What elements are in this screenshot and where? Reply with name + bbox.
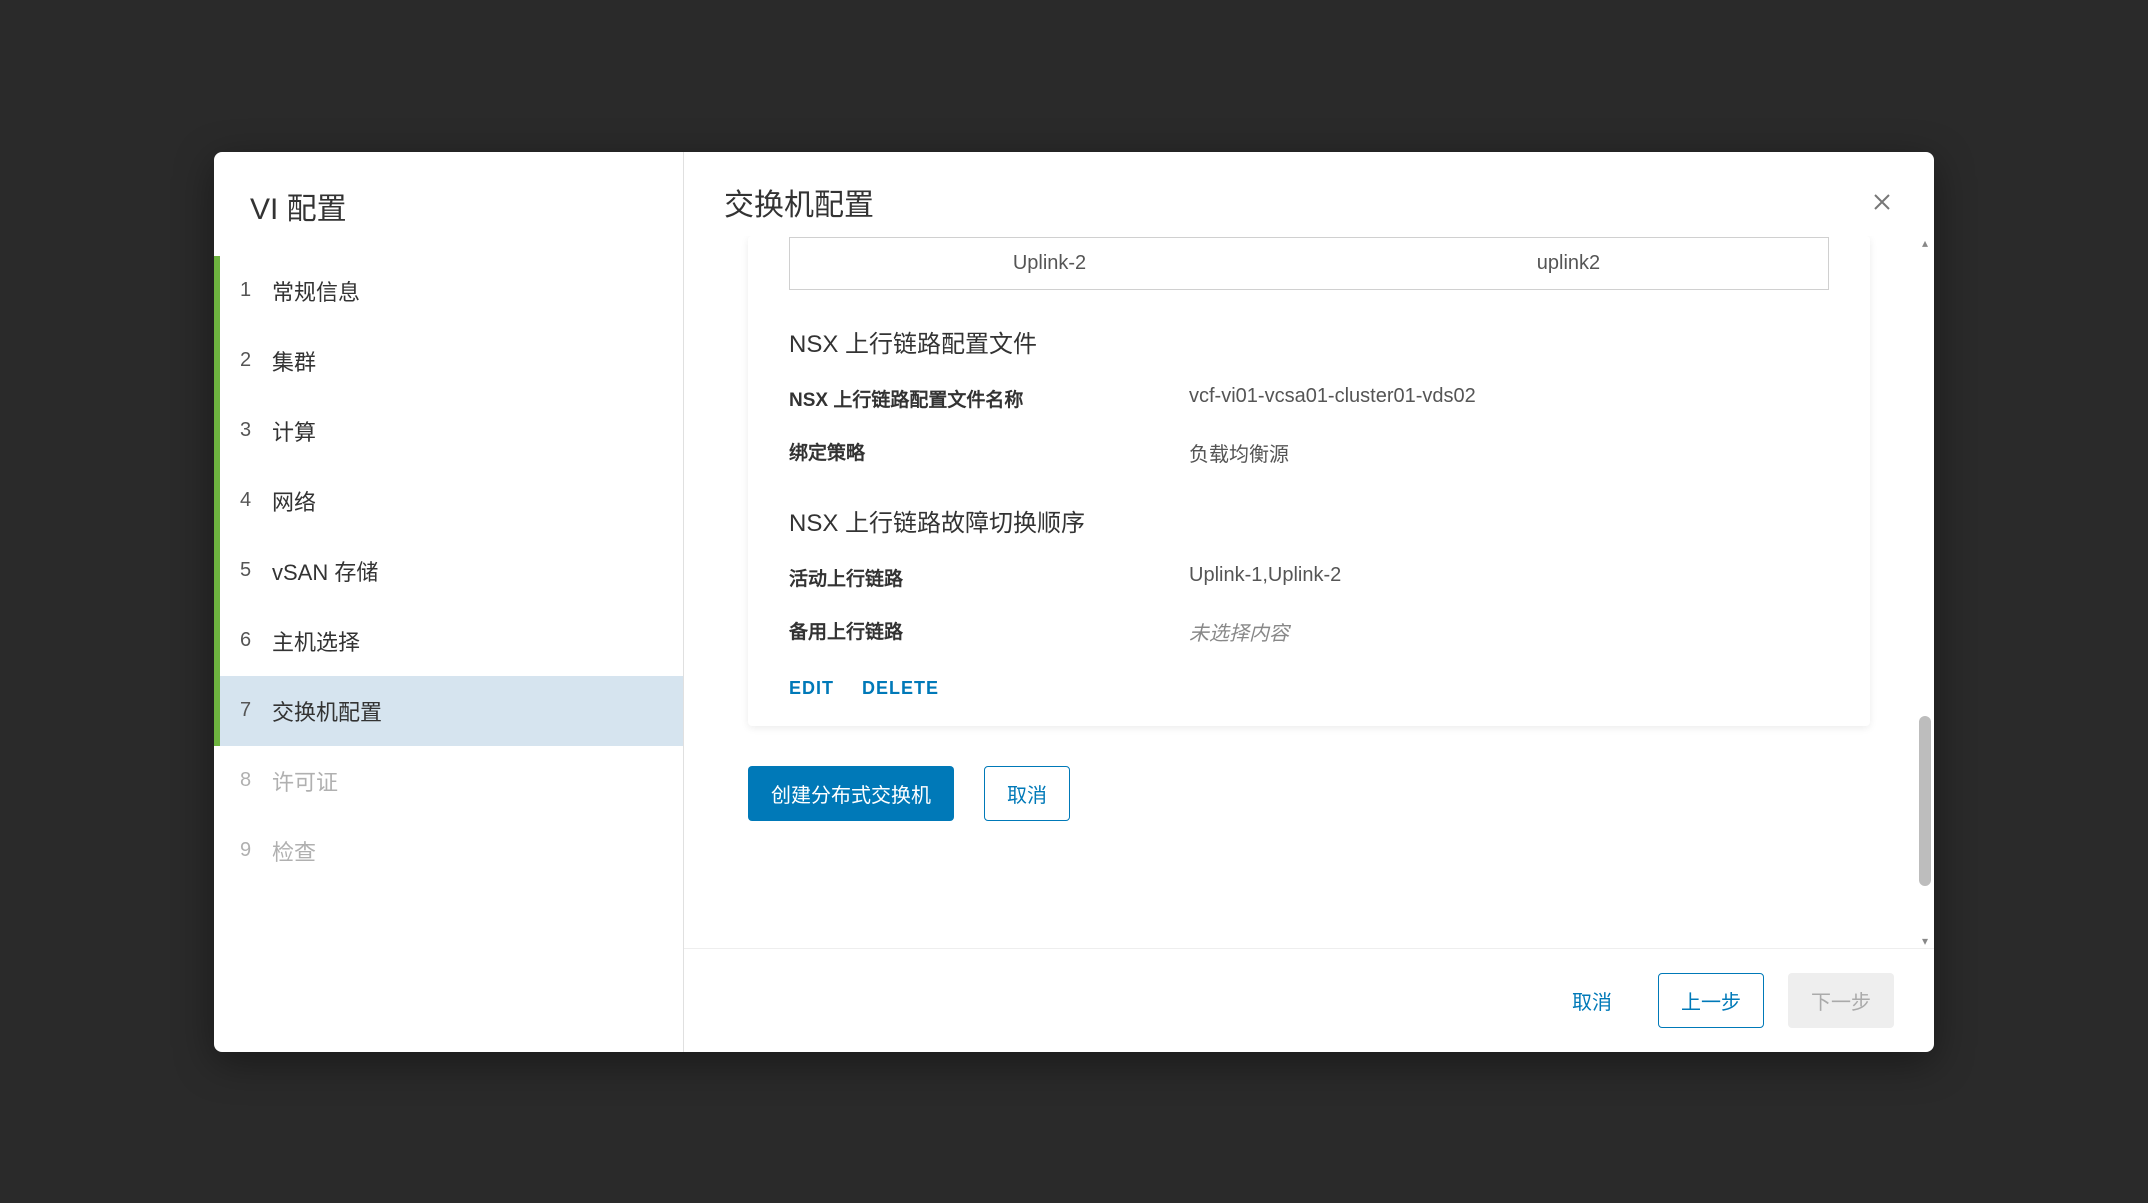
- create-distributed-switch-button[interactable]: 创建分布式交换机: [748, 766, 954, 821]
- wizard-modal: VI 配置 1 常规信息 2 集群 3 计算 4 网络 5 vSAN 存储: [214, 152, 1934, 1052]
- step-number: 6: [240, 629, 272, 652]
- step-number: 9: [240, 839, 272, 862]
- step-host-selection[interactable]: 6 主机选择: [214, 606, 683, 676]
- delete-button[interactable]: DELETE: [862, 678, 939, 699]
- kv-label: 绑定策略: [789, 438, 1189, 467]
- step-vsan-storage[interactable]: 5 vSAN 存储: [214, 536, 683, 606]
- step-review[interactable]: 9 检查: [214, 816, 683, 886]
- uplink-mapping-row: Uplink-2 uplink2: [789, 237, 1829, 290]
- step-compute[interactable]: 3 计算: [214, 396, 683, 466]
- step-number: 5: [240, 559, 272, 582]
- step-label: 检查: [272, 835, 316, 867]
- section-title-profile: NSX 上行链路配置文件: [749, 320, 1869, 377]
- uplink-cell-right: uplink2: [1309, 238, 1828, 289]
- step-label: 常规信息: [272, 275, 360, 307]
- kv-standby-uplink: 备用上行链路 未选择内容: [749, 609, 1869, 664]
- kv-label: 备用上行链路: [789, 617, 1189, 646]
- step-label: 交换机配置: [272, 695, 382, 727]
- content-scroll[interactable]: Uplink-2 uplink2 NSX 上行链路配置文件 NSX 上行链路配置…: [684, 236, 1934, 948]
- step-label: 集群: [272, 345, 316, 377]
- step-number: 2: [240, 349, 272, 372]
- kv-value: 负载均衡源: [1189, 438, 1289, 467]
- kv-value: Uplink-1,Uplink-2: [1189, 564, 1341, 591]
- step-number: 8: [240, 769, 272, 792]
- kv-label: NSX 上行链路配置文件名称: [789, 385, 1189, 412]
- page-title: 交换机配置: [724, 180, 874, 224]
- switch-card: Uplink-2 uplink2 NSX 上行链路配置文件 NSX 上行链路配置…: [748, 236, 1870, 726]
- wizard-steps: 1 常规信息 2 集群 3 计算 4 网络 5 vSAN 存储 6 主机选择: [214, 256, 683, 886]
- step-label: vSAN 存储: [272, 555, 378, 587]
- sidebar-title: VI 配置: [214, 152, 683, 256]
- wizard-footer: 取消 上一步 下一步: [684, 948, 1934, 1052]
- step-label: 许可证: [272, 765, 338, 797]
- section-title-failover: NSX 上行链路故障切换顺序: [749, 485, 1869, 556]
- main-header: 交换机配置: [684, 152, 1934, 236]
- step-license[interactable]: 8 许可证: [214, 746, 683, 816]
- step-general-info[interactable]: 1 常规信息: [214, 256, 683, 326]
- kv-label: 活动上行链路: [789, 564, 1189, 591]
- scroll-thumb[interactable]: [1919, 716, 1931, 886]
- uplink-cell-left: Uplink-2: [790, 238, 1309, 289]
- close-icon[interactable]: [1870, 190, 1894, 214]
- kv-active-uplink: 活动上行链路 Uplink-1,Uplink-2: [749, 556, 1869, 609]
- scrollbar[interactable]: ▴ ▾: [1918, 236, 1932, 948]
- kv-binding-policy: 绑定策略 负载均衡源: [749, 430, 1869, 485]
- kv-value: vcf-vi01-vcsa01-cluster01-vds02: [1189, 385, 1476, 412]
- step-label: 计算: [272, 415, 316, 447]
- wizard-sidebar: VI 配置 1 常规信息 2 集群 3 计算 4 网络 5 vSAN 存储: [214, 152, 684, 1052]
- step-switch-config[interactable]: 7 交换机配置: [214, 676, 683, 746]
- prev-button[interactable]: 上一步: [1658, 973, 1764, 1028]
- scroll-up-icon[interactable]: ▴: [1918, 236, 1932, 250]
- wizard-main: 交换机配置 Uplink-2 uplink2 NSX 上行链路配置文件 NSX …: [684, 152, 1934, 1052]
- kv-profile-name: NSX 上行链路配置文件名称 vcf-vi01-vcsa01-cluster01…: [749, 377, 1869, 430]
- scroll-down-icon[interactable]: ▾: [1918, 934, 1932, 948]
- step-label: 网络: [272, 485, 316, 517]
- kv-value-placeholder: 未选择内容: [1189, 617, 1289, 646]
- under-card-actions: 创建分布式交换机 取消: [724, 726, 1894, 841]
- card-actions: EDIT DELETE: [749, 664, 1869, 705]
- edit-button[interactable]: EDIT: [789, 678, 834, 699]
- step-number: 7: [240, 699, 272, 722]
- step-number: 1: [240, 279, 272, 302]
- next-button: 下一步: [1788, 973, 1894, 1028]
- step-label: 主机选择: [272, 625, 360, 657]
- cancel-inner-button[interactable]: 取消: [984, 766, 1070, 821]
- step-number: 4: [240, 489, 272, 512]
- cancel-button[interactable]: 取消: [1550, 974, 1634, 1027]
- step-cluster[interactable]: 2 集群: [214, 326, 683, 396]
- step-network[interactable]: 4 网络: [214, 466, 683, 536]
- step-number: 3: [240, 419, 272, 442]
